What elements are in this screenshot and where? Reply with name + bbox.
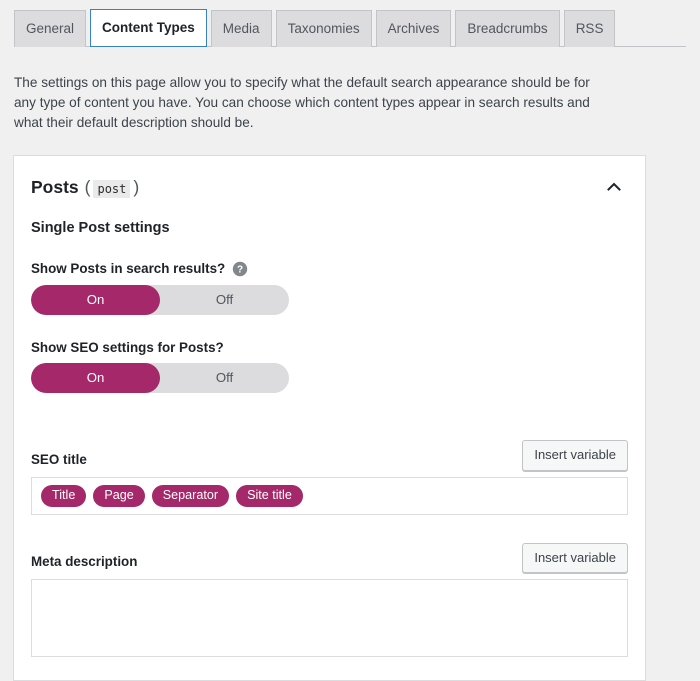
tab-media[interactable]: Media (210, 10, 272, 47)
card-title-name: Posts (31, 176, 79, 197)
label-text: Show SEO settings for Posts? (31, 339, 224, 355)
variable-pill-separator[interactable]: Separator (151, 484, 230, 508)
insert-variable-button-seo-title[interactable]: Insert variable (522, 440, 628, 471)
card-header-posts[interactable]: Posts ( post ) (14, 156, 645, 212)
tab-rss[interactable]: RSS (563, 10, 616, 47)
svg-text:?: ? (237, 264, 243, 275)
toggle-option-on[interactable]: On (31, 284, 160, 315)
toggle-show-posts-in-search[interactable]: On Off (31, 284, 289, 315)
tab-taxonomies[interactable]: Taxonomies (275, 10, 372, 47)
page-description: The settings on this page allow you to s… (14, 74, 590, 130)
seo-title-input[interactable]: Title Page Separator Site title (31, 476, 628, 516)
tab-label: General (26, 20, 75, 36)
card-body-posts: Single Post settings Show Posts in searc… (14, 220, 645, 681)
tab-label: Content Types (102, 19, 195, 35)
tab-label: Taxonomies (287, 20, 360, 36)
tab-label: RSS (575, 20, 604, 36)
seo-title-label-row: SEO title Insert variable (31, 437, 628, 471)
tab-archives[interactable]: Archives (375, 10, 452, 47)
label-show-posts-in-search: Show Posts in search results? ? (31, 261, 628, 277)
tab-label: Archives (387, 20, 440, 36)
label-text: Show Posts in search results? (31, 261, 226, 277)
toggle-option-off[interactable]: Off (160, 363, 289, 393)
tab-content-types[interactable]: Content Types (90, 9, 207, 47)
help-circle-icon[interactable]: ? (232, 261, 248, 277)
tab-breadcrumbs[interactable]: Breadcrumbs (455, 10, 560, 47)
settings-tab-bar: General Content Types Media Taxonomies A… (0, 0, 700, 47)
insert-variable-button-meta-description[interactable]: Insert variable (522, 543, 628, 574)
toggle-option-off[interactable]: Off (160, 285, 289, 315)
card-title-paren-close: ) (133, 176, 140, 197)
tab-general[interactable]: General (14, 10, 87, 47)
label-seo-title: SEO title (31, 451, 87, 467)
post-type-card-posts: Posts ( post ) Single Post settings Show… (13, 154, 646, 681)
variable-pill-page[interactable]: Page (93, 484, 145, 508)
chevron-up-icon[interactable] (605, 178, 623, 196)
card-title-slug: post (93, 179, 131, 198)
meta-description-label-row: Meta description Insert variable (31, 539, 628, 574)
card-title: Posts ( post ) (31, 177, 139, 198)
tab-label: Media (222, 20, 260, 36)
tab-label: Breadcrumbs (467, 20, 548, 36)
meta-description-field-group: Meta description Insert variable (31, 539, 628, 660)
meta-description-textarea[interactable] (31, 579, 628, 658)
variable-pill-title[interactable]: Title (41, 484, 87, 508)
label-meta-description: Meta description (31, 554, 138, 570)
label-show-seo-settings: Show SEO settings for Posts? (31, 340, 628, 355)
toggle-option-on[interactable]: On (31, 362, 160, 393)
card-title-paren-open: ( (84, 176, 91, 197)
section-title-single-post: Single Post settings (31, 219, 170, 236)
seo-title-field-group: SEO title Insert variable Title Page Sep… (31, 437, 628, 516)
toggle-show-seo-settings[interactable]: On Off (31, 362, 289, 393)
variable-pill-site-title[interactable]: Site title (236, 484, 303, 508)
